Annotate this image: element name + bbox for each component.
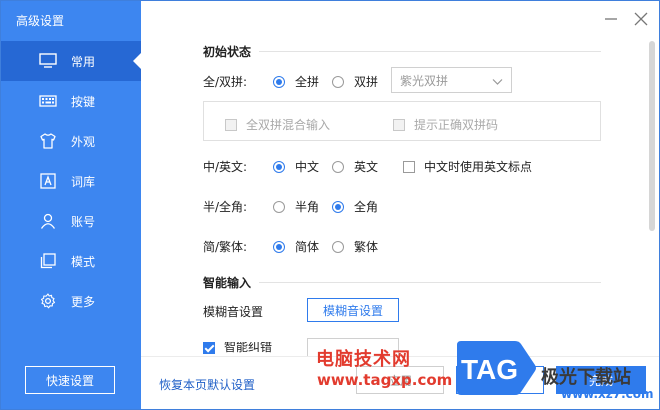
sidebar-item-label: 按键 [71, 94, 96, 109]
tag-logo: TAG [453, 339, 537, 397]
script-mode-label: 简/繁体: [203, 240, 248, 254]
keyboard-icon [39, 92, 57, 110]
restore-defaults-link[interactable]: 恢复本页默认设置 [159, 376, 255, 393]
checkbox-box [393, 118, 405, 131]
radio-half-width[interactable]: 半角 [273, 198, 319, 215]
section-title-initial-state: 初始状态 [203, 45, 252, 59]
radio-label: 双拼 [354, 75, 379, 89]
shirt-icon [39, 132, 57, 150]
sidebar-item-label: 更多 [71, 294, 96, 309]
radio-label: 中文 [295, 160, 320, 174]
radio-dot [332, 160, 344, 173]
width-mode-label: 半/全角: [203, 200, 248, 214]
radio-english[interactable]: 英文 [332, 158, 378, 175]
english-punctuation-checkbox[interactable]: 中文时使用英文标点 [403, 158, 532, 175]
quick-settings-button[interactable]: 快速设置 [25, 366, 115, 394]
radio-dot [273, 240, 285, 253]
section-divider [259, 51, 601, 52]
radio-chinese[interactable]: 中文 [273, 158, 319, 175]
select-value: 紫光双拼 [400, 73, 449, 88]
sidebar-item-mode[interactable]: 模式 [1, 241, 141, 281]
scrollbar[interactable] [649, 41, 655, 231]
sidebar-item-label: 词库 [71, 174, 96, 189]
watermark-brand: 极光下载站 [541, 367, 631, 388]
gear-icon [39, 292, 57, 310]
language-mode-label: 中/英文: [203, 160, 248, 174]
radio-traditional[interactable]: 繁体 [332, 238, 378, 255]
chevron-down-icon [492, 75, 503, 89]
radio-label: 全角 [354, 200, 379, 214]
monitor-icon [39, 52, 57, 70]
sidebar-item-label: 外观 [71, 134, 96, 149]
section-divider [259, 282, 601, 283]
window-title: 高级设置 [16, 14, 65, 28]
mixed-input-checkbox[interactable]: 全双拼混合输入 [225, 116, 330, 133]
minimize-icon[interactable] [603, 11, 619, 27]
checkbox-box [403, 160, 415, 173]
checkbox-label: 提示正确双拼码 [414, 118, 499, 132]
sidebar: 高级设置 常用 按键 外观 词库 账号 模式 更多 快速设置 [1, 1, 141, 409]
watermark-site-url: www.tagxp.com [317, 371, 453, 389]
watermark-brand-url: www.xz7.com [561, 387, 654, 401]
fuzzy-sound-settings-button[interactable]: 模糊音设置 [307, 298, 399, 322]
checkbox-label: 智能纠错 [224, 342, 273, 354]
svg-text:TAG: TAG [461, 354, 518, 385]
sidebar-item-label: 模式 [71, 254, 96, 269]
section-title-smart-input: 智能输入 [203, 276, 252, 290]
sidebar-nav: 常用 按键 外观 词库 账号 模式 更多 [1, 41, 141, 321]
sidebar-item-label: 账号 [71, 214, 96, 229]
checkbox-label: 中文时使用英文标点 [424, 160, 533, 174]
radio-label: 繁体 [354, 240, 379, 254]
radio-dot [273, 75, 285, 88]
checkbox-box [203, 342, 215, 354]
sidebar-item-appearance[interactable]: 外观 [1, 121, 141, 161]
radio-dot [332, 200, 344, 213]
sidebar-item-common[interactable]: 常用 [1, 41, 141, 81]
radio-dot [332, 75, 344, 88]
smart-correction-checkbox[interactable]: 智能纠错 [203, 342, 272, 354]
checkbox-label: 全双拼混合输入 [246, 118, 331, 132]
mode-icon [39, 252, 57, 270]
radio-simplified[interactable]: 简体 [273, 238, 319, 255]
radio-full-pinyin[interactable]: 全拼 [273, 73, 319, 90]
radio-full-width[interactable]: 全角 [332, 198, 378, 215]
pinyin-mode-label: 全/双拼: [203, 75, 248, 89]
radio-dot [273, 160, 285, 173]
radio-dot [273, 200, 285, 213]
checkbox-box [225, 118, 237, 131]
sidebar-item-label: 常用 [71, 54, 96, 69]
sidebar-item-account[interactable]: 账号 [1, 201, 141, 241]
double-pinyin-scheme-select[interactable]: 紫光双拼 [391, 67, 512, 93]
settings-window: 高级设置 常用 按键 外观 词库 账号 模式 更多 快速设置 初始状态 全/双拼… [0, 0, 660, 410]
sidebar-item-keys[interactable]: 按键 [1, 81, 141, 121]
dictionary-icon [39, 172, 57, 190]
fuzzy-sound-label: 模糊音设置 [203, 305, 264, 319]
sidebar-item-more[interactable]: 更多 [1, 281, 141, 321]
radio-double-pinyin[interactable]: 双拼 [332, 73, 378, 90]
close-icon[interactable] [633, 11, 649, 27]
user-icon [39, 212, 57, 230]
watermark-site-name: 电脑技术网 [316, 349, 411, 370]
double-pinyin-options-box: 全双拼混合输入 提示正确双拼码 [203, 101, 601, 141]
hint-code-checkbox[interactable]: 提示正确双拼码 [393, 116, 498, 133]
sidebar-item-dictionary[interactable]: 词库 [1, 161, 141, 201]
radio-dot [332, 240, 344, 253]
radio-label: 英文 [354, 160, 379, 174]
radio-label: 半角 [295, 200, 320, 214]
radio-label: 简体 [295, 240, 320, 254]
radio-label: 全拼 [295, 75, 320, 89]
